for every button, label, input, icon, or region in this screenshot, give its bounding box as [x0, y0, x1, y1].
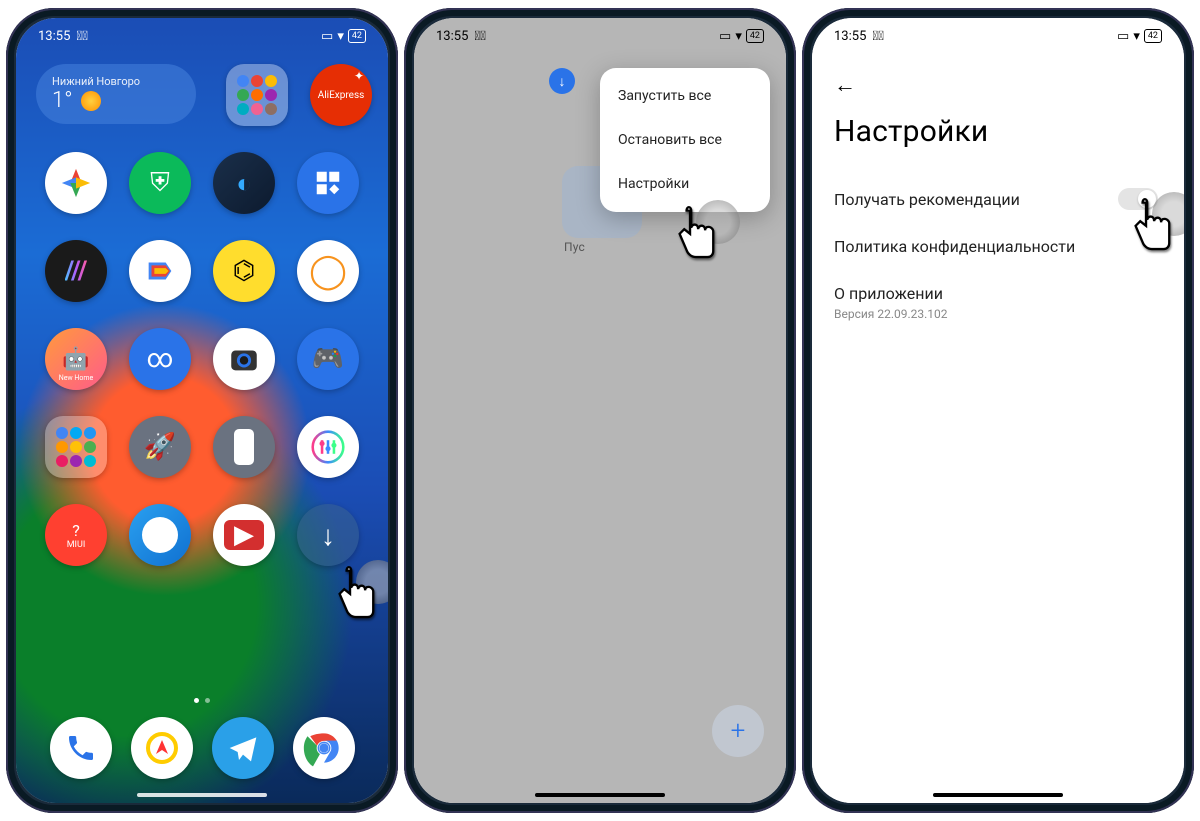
dnd-icon: ✕⃠	[474, 29, 486, 44]
status-bar: 13:55 ✕⃠ ▭ ▾ 42	[16, 18, 388, 50]
star-icon: ✦	[354, 70, 364, 83]
battery-icon: 42	[348, 29, 366, 43]
app-security[interactable]: ⛨	[129, 152, 191, 214]
sim-icon: ▭	[321, 29, 333, 44]
app-tiles[interactable]	[297, 152, 359, 214]
menu-stop-all[interactable]: Остановить все	[600, 118, 770, 162]
status-time: 13:55	[436, 29, 468, 44]
version-label: Версия 22.09.23.102	[834, 307, 1162, 321]
app-grid: ⛨ ◐ /// ⌬ ◯ 🤖 New Home ∞ 🎮	[40, 152, 364, 566]
dock	[40, 717, 364, 779]
battery-icon: 42	[1144, 29, 1162, 43]
menu-start-all[interactable]: Запустить все	[600, 74, 770, 118]
home-indicator[interactable]	[535, 793, 665, 797]
phone-2-downloads: 13:55 ✕⃠ ▭ ▾ 42 ↓ Пус Запустить все Оста…	[404, 8, 796, 813]
app-phone-dialer[interactable]	[50, 717, 112, 779]
app-openvpn[interactable]: ◯	[297, 240, 359, 302]
app-gamepad[interactable]: 🎮	[297, 328, 359, 390]
back-button[interactable]: ←	[834, 72, 856, 98]
app-telegram[interactable]	[212, 717, 274, 779]
app-rocket[interactable]: 🚀	[129, 416, 191, 478]
app-tinkoff[interactable]: ⌬	[213, 240, 275, 302]
wifi-icon: ▾	[337, 29, 344, 44]
app-infinity[interactable]: ∞	[129, 328, 191, 390]
app-video[interactable]: ▶	[213, 504, 275, 566]
page-indicator	[16, 698, 388, 703]
dnd-icon: ✕⃠	[872, 29, 884, 44]
app-chrome[interactable]	[293, 717, 355, 779]
recommendations-toggle[interactable]	[1118, 188, 1158, 210]
dnd-icon: ✕⃠	[76, 29, 88, 44]
app-newhome[interactable]: 🤖 New Home	[45, 328, 107, 390]
weather-widget[interactable]: Нижний Новгоро 1°	[36, 64, 196, 124]
app-downloads[interactable]: ↓	[297, 504, 359, 566]
app-browser-2[interactable]	[129, 504, 191, 566]
home-indicator[interactable]	[137, 793, 267, 797]
wifi-icon: ▾	[1133, 29, 1140, 44]
app-yandex-music[interactable]	[131, 717, 193, 779]
sim-icon: ▭	[719, 29, 731, 44]
weather-temp: 1°	[52, 88, 73, 113]
app-miui[interactable]: ? MIUI	[45, 504, 107, 566]
folder-label: Пус	[564, 240, 585, 254]
battery-icon: 42	[746, 29, 764, 43]
row-label: О приложении	[834, 284, 943, 303]
row-label: Получать рекомендации	[834, 190, 1020, 209]
download-badge-icon[interactable]: ↓	[549, 68, 575, 94]
wifi-icon: ▾	[735, 29, 742, 44]
add-button[interactable]: +	[712, 705, 764, 757]
home-indicator[interactable]	[933, 793, 1063, 797]
sim-icon: ▭	[1117, 29, 1129, 44]
app-phone-case[interactable]	[213, 416, 275, 478]
status-time: 13:55	[38, 29, 70, 44]
status-time: 13:55	[834, 29, 866, 44]
row-label: Политика конфиденциальности	[834, 237, 1075, 256]
weather-city: Нижний Новгоро	[52, 75, 180, 88]
sun-icon	[81, 91, 101, 111]
phone-1-home: 13:55 ✕⃠ ▭ ▾ 42 Нижний Новгоро 1°	[6, 8, 398, 813]
app-folder-tools[interactable]	[45, 416, 107, 478]
app-label: AliExpress	[318, 90, 365, 101]
status-bar: 13:55 ✕⃠ ▭ ▾ 42	[414, 18, 786, 50]
page-title: Настройки	[834, 114, 988, 149]
app-wallet[interactable]	[129, 240, 191, 302]
app-camera[interactable]	[213, 328, 275, 390]
context-menu: Запустить все Остановить все Настройки	[600, 68, 770, 212]
app-folder-google[interactable]	[226, 64, 288, 126]
app-equalizer[interactable]	[297, 416, 359, 478]
app-browser-1[interactable]: ◐	[213, 152, 275, 214]
settings-list: Получать рекомендации Политика конфиденц…	[834, 176, 1162, 335]
row-privacy[interactable]: Политика конфиденциальности	[834, 223, 1162, 270]
menu-settings[interactable]: Настройки	[600, 162, 770, 206]
row-recommendations[interactable]: Получать рекомендации	[834, 176, 1162, 223]
app-aliexpress[interactable]: ✦ AliExpress	[310, 64, 372, 126]
status-bar: 13:55 ✕⃠ ▭ ▾ 42	[812, 18, 1184, 50]
phone-3-settings: 13:55 ✕⃠ ▭ ▾ 42 ← Настройки Получать рек…	[802, 8, 1194, 813]
app-photos[interactable]	[45, 152, 107, 214]
row-about[interactable]: О приложении Версия 22.09.23.102	[834, 270, 1162, 335]
app-copilot[interactable]: ///	[45, 240, 107, 302]
